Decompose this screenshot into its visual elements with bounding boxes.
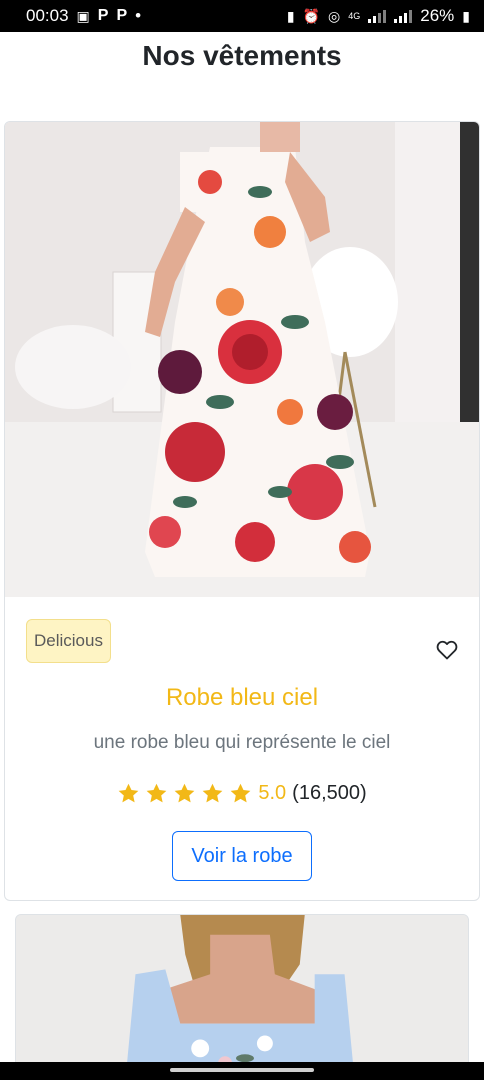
alarm-icon: ⏰ bbox=[302, 8, 321, 24]
product-card: Delicious Robe bleu ciel une robe bleu q… bbox=[4, 121, 480, 901]
star-rating bbox=[117, 782, 252, 805]
product-name: Robe bleu ciel bbox=[165, 684, 319, 711]
status-left: 00:03 ▣ P P • bbox=[26, 6, 141, 26]
notification-p-1: P bbox=[97, 7, 109, 24]
category-badge: Delicious bbox=[26, 619, 111, 663]
view-dress-button[interactable]: Voir la robe bbox=[172, 831, 312, 881]
star-icon bbox=[230, 783, 251, 803]
status-bar: 00:03 ▣ P P • ▮ ⏰ ◎ 4G 26% ▮ bbox=[0, 0, 484, 32]
status-right: ▮ ⏰ ◎ 4G 26% ▮ bbox=[287, 6, 470, 26]
hotspot-icon: ◎ bbox=[328, 8, 341, 24]
product-rating: 5.0 (16,500) bbox=[5, 782, 479, 805]
notification-p-2: P bbox=[116, 7, 128, 24]
rating-count: (16,500) bbox=[292, 782, 367, 804]
star-icon bbox=[118, 783, 139, 803]
more-notifications-dot: • bbox=[135, 6, 142, 25]
battery-icon: ▮ bbox=[462, 8, 470, 24]
star-icon bbox=[202, 783, 223, 803]
rating-value: 5.0 bbox=[258, 782, 287, 804]
system-nav-bar bbox=[0, 1062, 484, 1080]
favorite-button[interactable] bbox=[435, 638, 459, 662]
product-description: une robe bleu qui représente le ciel bbox=[93, 732, 391, 753]
gallery-notification-icon: ▣ bbox=[76, 8, 90, 24]
star-icon bbox=[174, 783, 195, 803]
product-image[interactable] bbox=[5, 122, 479, 597]
floral-dress-photo bbox=[5, 122, 479, 597]
battery-percent: 26% bbox=[420, 6, 455, 25]
heart-outline-icon bbox=[436, 640, 458, 660]
signal-icon-1 bbox=[368, 9, 387, 23]
page-title: Nos vêtements bbox=[142, 40, 342, 71]
star-icon bbox=[146, 783, 167, 803]
product-card-2[interactable] bbox=[15, 914, 469, 1080]
clock: 00:03 bbox=[26, 6, 69, 25]
signal-icon-2 bbox=[394, 9, 413, 23]
home-gesture-pill[interactable] bbox=[170, 1068, 314, 1072]
network-type-label: 4G bbox=[348, 11, 361, 21]
product-image-2 bbox=[16, 915, 468, 1079]
battery-saver-icon: ▮ bbox=[286, 8, 295, 24]
